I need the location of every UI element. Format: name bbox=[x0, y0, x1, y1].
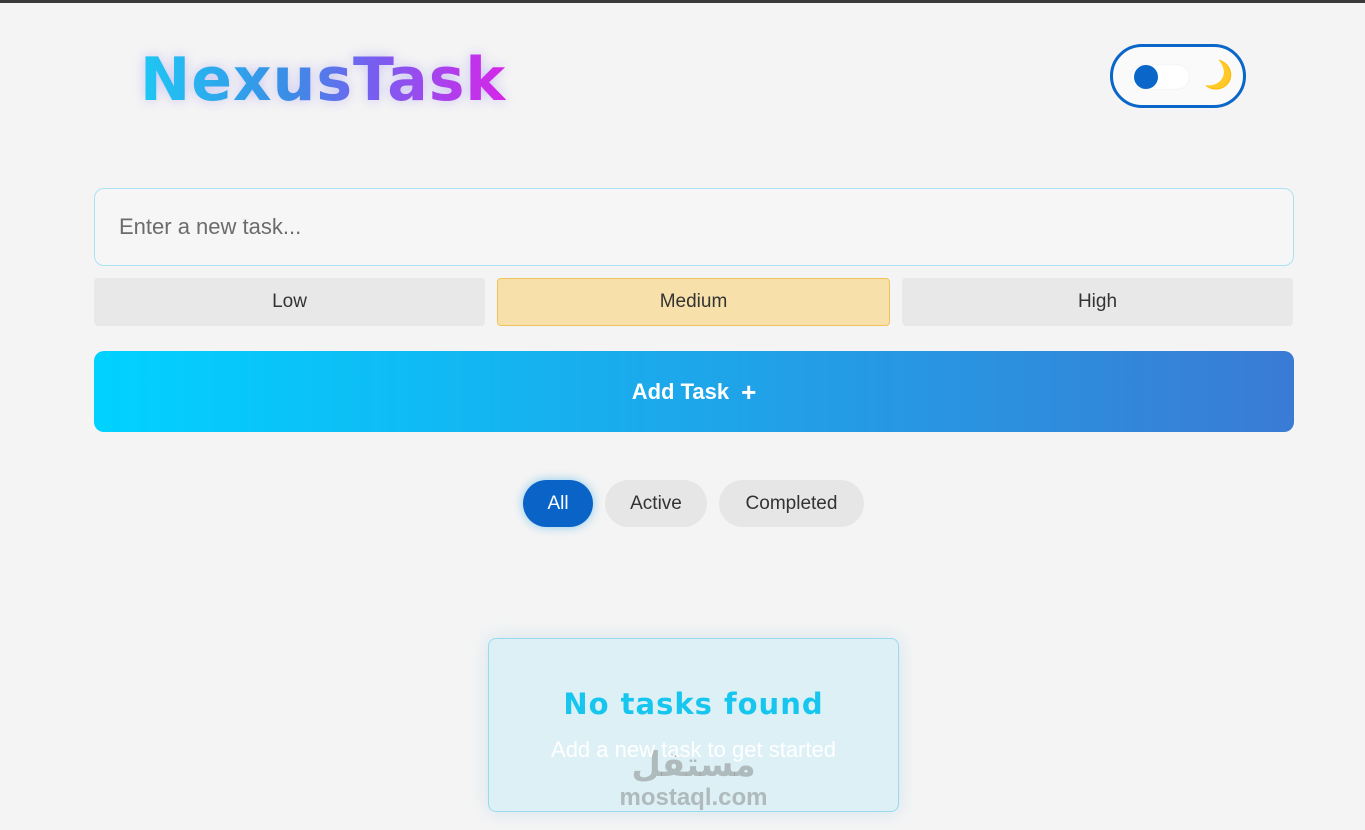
watermark-latin-text: mostaql.com bbox=[619, 784, 768, 811]
add-task-button[interactable]: Add Task + bbox=[94, 351, 1294, 432]
filter-completed[interactable]: Completed bbox=[719, 480, 864, 527]
filter-all[interactable]: All bbox=[523, 480, 593, 527]
theme-toggle[interactable]: 🌙 bbox=[1110, 44, 1246, 108]
app-logo: NexusTask bbox=[140, 42, 506, 118]
toggle-switch-knob bbox=[1134, 65, 1158, 89]
task-input[interactable] bbox=[94, 188, 1294, 266]
priority-low-button[interactable]: Low bbox=[94, 278, 485, 326]
priority-high-button[interactable]: High bbox=[902, 278, 1293, 326]
filter-active[interactable]: Active bbox=[605, 480, 707, 527]
toggle-switch-track[interactable] bbox=[1130, 64, 1190, 90]
add-task-label: Add Task bbox=[631, 378, 730, 404]
window-top-border bbox=[0, 0, 1365, 3]
empty-state-subtitle: Add a new task to get started bbox=[551, 737, 836, 762]
empty-state-card: مستقل mostaql.com No tasks found Add a n… bbox=[488, 638, 899, 812]
priority-medium-button[interactable]: Medium bbox=[497, 278, 890, 326]
empty-state-title: No tasks found bbox=[563, 687, 824, 721]
moon-icon: 🌙 bbox=[1196, 55, 1238, 95]
plus-icon: + bbox=[741, 376, 757, 407]
